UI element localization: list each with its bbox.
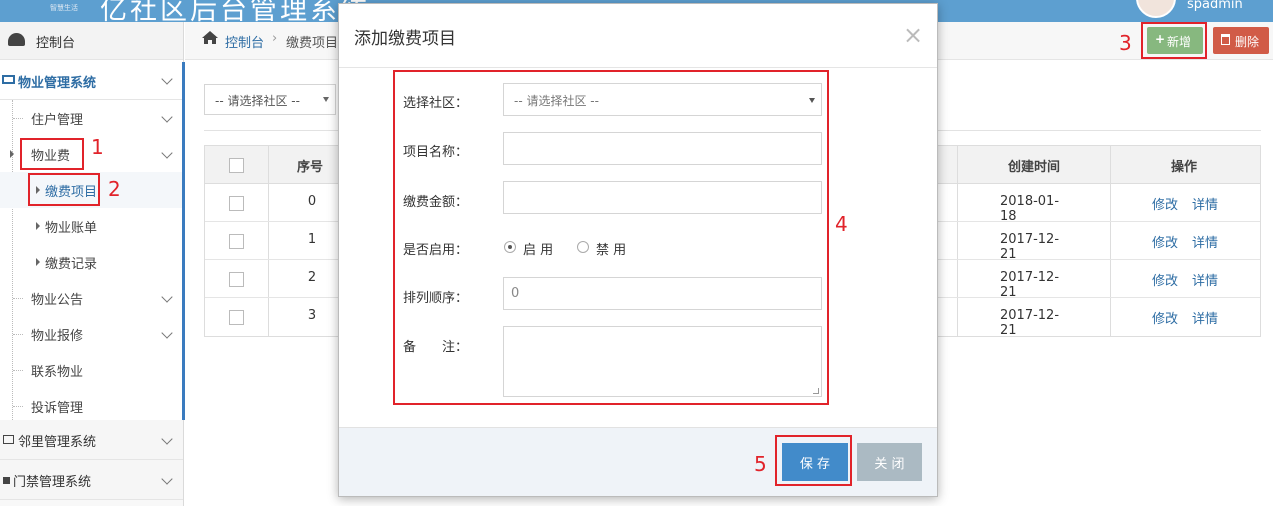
close-icon[interactable]: × [903, 21, 923, 49]
sidebar-item-label: 物业报修 [31, 329, 84, 344]
sidebar-item-property-system[interactable]: 物业管理系统 [0, 60, 183, 100]
sidebar-item-dashboard[interactable]: 控制台 [0, 22, 183, 60]
chevron-down-icon [323, 97, 329, 102]
chevron-down-icon [161, 432, 173, 445]
tree-branch [13, 118, 23, 119]
sidebar-item-complaints[interactable]: 投诉管理 [0, 388, 183, 424]
sidebar-item-label: 物业管理系统 [18, 76, 97, 91]
active-section-bar [182, 62, 185, 420]
annotation-number-1: 1 [91, 135, 104, 159]
detail-link[interactable]: 详情 [1192, 308, 1218, 327]
lock-icon [3, 477, 10, 484]
delete-button-label: 删除 [1235, 35, 1260, 49]
delete-button[interactable]: 删除 [1213, 27, 1269, 54]
annotation-number-5: 5 [754, 452, 767, 476]
sidebar-item-door-system[interactable]: 门禁管理系统 [0, 460, 183, 500]
annotation-box-2 [28, 173, 100, 206]
select-value: -- 请选择社区 -- [215, 94, 300, 108]
chevron-down-icon [161, 327, 173, 339]
annotation-number-4: 4 [835, 212, 848, 236]
row-created: 2017-12-21 [1000, 270, 1060, 300]
sidebar-item-neighbor-system[interactable]: 邻里管理系统 [0, 420, 183, 460]
edit-link[interactable]: 修改 [1152, 194, 1178, 213]
row-checkbox[interactable] [229, 272, 244, 287]
detail-link[interactable]: 详情 [1192, 194, 1218, 213]
breadcrumb-separator: › [272, 31, 278, 46]
caret-right-icon [36, 258, 40, 266]
breadcrumb-current: 缴费项目 [286, 36, 339, 51]
sidebar-item-label: 邻里管理系统 [18, 435, 97, 450]
sidebar-item-repairs[interactable]: 物业报修 [0, 316, 183, 352]
sidebar-item-label: 住户管理 [31, 113, 84, 128]
desktop-icon [2, 75, 15, 84]
sidebar-item-residents[interactable]: 住户管理 [0, 100, 183, 136]
annotation-number-2: 2 [108, 177, 121, 201]
row-seq: 3 [307, 308, 317, 323]
annotation-box-1 [20, 138, 84, 170]
sidebar-item-label: 物业账单 [45, 221, 98, 236]
row-checkbox[interactable] [229, 234, 244, 249]
system-title: 亿社区后台管理系统 [100, 0, 370, 22]
annotation-box-4 [393, 70, 829, 405]
trash-icon [1221, 34, 1230, 45]
edit-link[interactable]: 修改 [1152, 308, 1178, 327]
annotation-box-3 [1141, 22, 1207, 59]
detail-link[interactable]: 详情 [1192, 270, 1218, 289]
picture-icon [3, 435, 14, 444]
row-created: 2018-01-18 [1000, 194, 1060, 224]
close-button-label: 关 闭 [874, 457, 905, 472]
brand-subtitle: 智慧生活 [50, 4, 78, 12]
sidebar-item-label: 联系物业 [31, 365, 84, 380]
tree-branch [13, 370, 23, 371]
sidebar-item-label: 控制台 [36, 36, 76, 51]
modal-title: 添加缴费项目 [354, 29, 456, 49]
sidebar-item-label: 缴费记录 [45, 257, 98, 272]
row-seq: 1 [307, 232, 317, 247]
close-button[interactable]: 关 闭 [857, 443, 922, 481]
row-created: 2017-12-21 [1000, 308, 1060, 338]
row-checkbox[interactable] [229, 310, 244, 325]
select-all-checkbox[interactable] [229, 158, 244, 173]
sidebar-item-label: 物业公告 [31, 293, 84, 308]
chevron-down-icon [161, 72, 173, 85]
header-created: 创建时间 [1008, 160, 1061, 175]
community-filter-select[interactable]: -- 请选择社区 -- [204, 84, 336, 115]
header-seq: 序号 [297, 160, 324, 175]
sidebar-item-bills[interactable]: 物业账单 [0, 208, 183, 244]
tree-branch [13, 334, 23, 335]
annotation-box-5 [775, 435, 852, 486]
sidebar-item-label: 投诉管理 [31, 401, 84, 416]
chevron-down-icon [161, 291, 173, 303]
row-checkbox[interactable] [229, 196, 244, 211]
modal-header: 添加缴费项目 × [339, 4, 937, 68]
breadcrumb-home-link[interactable]: 控制台 [225, 32, 264, 51]
home-icon [202, 31, 218, 44]
edit-link[interactable]: 修改 [1152, 232, 1178, 251]
sidebar-item-notices[interactable]: 物业公告 [0, 280, 183, 316]
sidebar-item-contact[interactable]: 联系物业 [0, 352, 183, 388]
row-seq: 2 [307, 270, 317, 285]
tree-branch [13, 406, 23, 407]
tree-branch [13, 298, 23, 299]
dashboard-icon [8, 33, 25, 46]
row-seq: 0 [307, 194, 317, 209]
user-avatar[interactable] [1136, 0, 1176, 18]
sidebar-item-payment-records[interactable]: 缴费记录 [0, 244, 183, 280]
annotation-number-3: 3 [1119, 31, 1132, 55]
sidebar-item-label: 门禁管理系统 [13, 475, 92, 490]
row-created: 2017-12-21 [1000, 232, 1060, 262]
sidebar: 控制台 物业管理系统 住户管理 物业费 缴费项目 物业账单 缴费记录 物业公告 … [0, 22, 185, 506]
chevron-down-icon [161, 147, 173, 159]
caret-right-icon [10, 150, 14, 158]
chevron-down-icon [161, 472, 173, 485]
username[interactable]: spadmin [1187, 0, 1243, 12]
header-action: 操作 [1171, 160, 1198, 175]
edit-link[interactable]: 修改 [1152, 270, 1178, 289]
detail-link[interactable]: 详情 [1192, 232, 1218, 251]
chevron-down-icon [161, 111, 173, 123]
caret-right-icon [36, 222, 40, 230]
